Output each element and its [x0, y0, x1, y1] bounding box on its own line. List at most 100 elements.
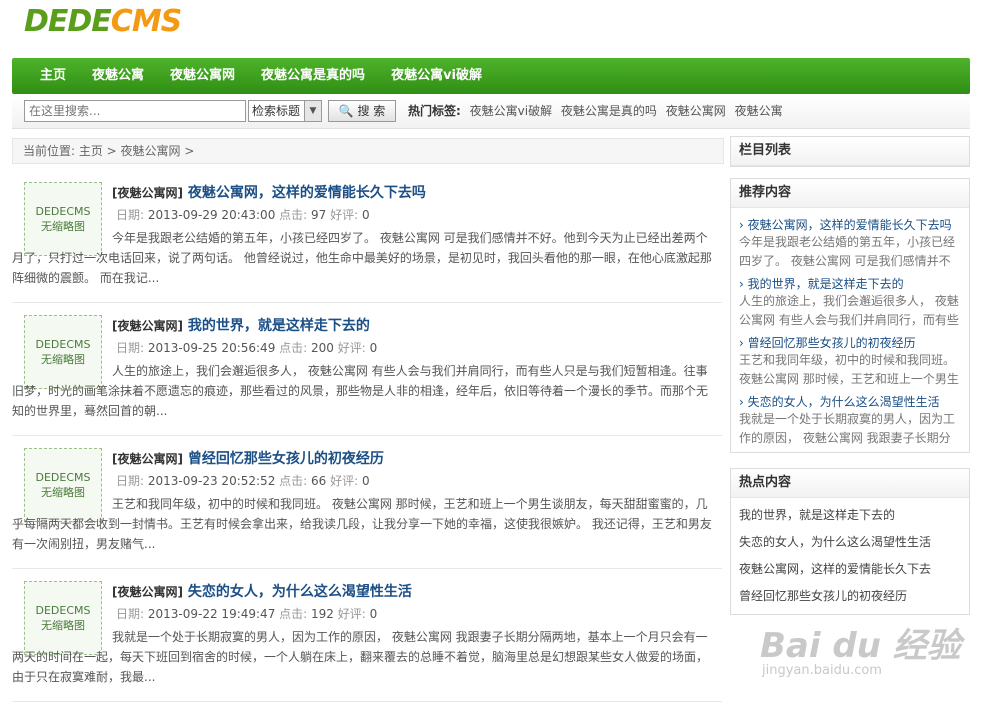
date-label: 日期:: [116, 341, 145, 355]
nav-item-yemei-web[interactable]: 夜魅公寓网: [164, 58, 241, 94]
hot-list: 我的世界，就是这样走下去的 失恋的女人，为什么这么渴望性生活 夜魅公寓网，这样的…: [731, 498, 969, 614]
article-title[interactable]: 曾经回忆那些女孩儿的初夜经历: [188, 451, 384, 467]
column-list-box: 栏目列表: [730, 136, 970, 167]
logo-text-dede: DEDE: [24, 4, 112, 39]
hot-tags: 热门标签: 夜魅公寓vi破解 夜魅公寓是真的吗 夜魅公寓网 夜魅公寓: [408, 102, 783, 119]
nav-item-yemei[interactable]: 夜魅公寓: [86, 58, 150, 94]
article-title[interactable]: 失恋的女人，为什么这么渴望性生活: [188, 584, 412, 600]
recommend-title: 推荐内容: [731, 179, 969, 208]
article-summary: 我就是一个处于长期寂寞的男人，因为工作的原因， 夜魅公寓网 我跟妻子长期分隔两地…: [12, 630, 709, 684]
column-list-title: 栏目列表: [731, 137, 969, 166]
hot-tag[interactable]: 夜魅公寓vi破解: [470, 104, 552, 118]
hot-title: 热点内容: [731, 469, 969, 498]
article-meta: 日期: 2013-09-25 20:56:49 点击: 200 好评: 0: [116, 339, 377, 356]
hot-item[interactable]: 夜魅公寓网，这样的爱情能长久下去: [731, 556, 969, 583]
article-title-row: [夜魅公寓网] 我的世界，就是这样走下去的: [112, 315, 370, 335]
comments-label: 好评:: [330, 208, 359, 222]
article-category[interactable]: [夜魅公寓网]: [112, 452, 183, 466]
search-type-value: 检索标题: [252, 104, 301, 118]
article-clicks: 97: [311, 208, 327, 222]
thumb-line1: DEDECMS: [35, 338, 91, 351]
hot-box: 热点内容 我的世界，就是这样走下去的 失恋的女人，为什么这么渴望性生活 夜魅公寓…: [730, 468, 970, 615]
article-meta: 日期: 2013-09-29 20:43:00 点击: 97 好评: 0: [116, 206, 370, 223]
recommend-item-desc: 今年是我跟老公结婚的第五年，小孩已经四岁了。 夜魅公寓网 可是我们感情并不: [739, 235, 956, 268]
nav-item-home[interactable]: 主页: [34, 58, 72, 94]
article-category[interactable]: [夜魅公寓网]: [112, 585, 183, 599]
chevron-down-icon: ▼: [304, 101, 321, 121]
recommend-item-title[interactable]: › 曾经回忆那些女孩儿的初夜经历: [739, 334, 961, 351]
recommend-item-title[interactable]: › 失恋的女人，为什么这么渴望性生活: [739, 393, 961, 410]
search-button[interactable]: 🔍 搜 索: [328, 100, 396, 122]
article-item: DEDECMS 无缩略图 [夜魅公寓网] 我的世界，就是这样走下去的 日期: 2…: [12, 303, 722, 436]
hot-tags-label: 热门标签:: [408, 104, 461, 118]
article-summary: 王艺和我同年级，初中的时候和我同班。 夜魅公寓网 那时候，王艺和班上一个男生谈朋…: [12, 497, 712, 551]
comments-label: 好评:: [330, 474, 359, 488]
article-meta: 日期: 2013-09-22 19:49:47 点击: 192 好评: 0: [116, 605, 377, 622]
clicks-label: 点击:: [279, 607, 308, 621]
article-comments: 0: [362, 474, 370, 488]
article-clicks: 200: [311, 341, 334, 355]
date-label: 日期:: [116, 474, 145, 488]
clicks-label: 点击:: [279, 474, 308, 488]
recommend-item: › 我的世界，就是这样走下去的 人生的旅途上，我们会邂逅很多人， 夜魅公寓网 有…: [739, 275, 961, 330]
logo-text-cms: CMS: [110, 4, 182, 39]
recommend-item-desc: 王艺和我同年级，初中的时候和我同班。 夜魅公寓网 那时候，王艺和班上一个男生: [739, 353, 959, 386]
article-list: DEDECMS 无缩略图 [夜魅公寓网] 夜魅公寓网，这样的爱情能长久下去吗 日…: [12, 170, 722, 702]
article-clicks: 66: [311, 474, 327, 488]
article-date: 2013-09-22 19:49:47: [147, 607, 276, 621]
hot-item[interactable]: 我的世界，就是这样走下去的: [731, 502, 969, 529]
hot-item[interactable]: 失恋的女人，为什么这么渴望性生活: [731, 529, 969, 556]
article-meta: 日期: 2013-09-23 20:52:52 点击: 66 好评: 0: [116, 472, 370, 489]
article-title-row: [夜魅公寓网] 失恋的女人，为什么这么渴望性生活: [112, 581, 412, 601]
search-bar: 检索标题 ▼ 🔍 搜 索 热门标签: 夜魅公寓vi破解 夜魅公寓是真的吗 夜魅公…: [12, 96, 970, 129]
search-type-select[interactable]: 检索标题 ▼: [248, 100, 322, 122]
date-label: 日期:: [116, 208, 145, 222]
clicks-label: 点击:: [279, 208, 308, 222]
article-item: DEDECMS 无缩略图 [夜魅公寓网] 失恋的女人，为什么这么渴望性生活 日期…: [12, 569, 722, 702]
nav-item-yemei-real[interactable]: 夜魅公寓是真的吗: [255, 58, 371, 94]
article-summary: 人生的旅途上，我们会邂逅很多人， 夜魅公寓网 有些人会与我们并肩同行，而有些人只…: [12, 364, 709, 418]
thumb-line1: DEDECMS: [35, 205, 91, 218]
article-category[interactable]: [夜魅公寓网]: [112, 319, 183, 333]
recommend-item: › 夜魅公寓网，这样的爱情能长久下去吗 今年是我跟老公结婚的第五年，小孩已经四岁…: [739, 216, 961, 271]
comments-label: 好评:: [337, 607, 366, 621]
recommend-item-desc: 我就是一个处于长期寂寞的男人，因为工作的原因， 夜魅公寓网 我跟妻子长期分: [739, 412, 956, 445]
recommend-item-title[interactable]: › 我的世界，就是这样走下去的: [739, 275, 961, 292]
search-icon: 🔍: [338, 104, 354, 118]
recommend-item-title[interactable]: › 夜魅公寓网，这样的爱情能长久下去吗: [739, 216, 961, 233]
recommend-box: 推荐内容 › 夜魅公寓网，这样的爱情能长久下去吗 今年是我跟老公结婚的第五年，小…: [730, 178, 970, 453]
comments-label: 好评:: [337, 341, 366, 355]
date-label: 日期:: [116, 607, 145, 621]
article-date: 2013-09-23 20:52:52: [147, 474, 276, 488]
article-category[interactable]: [夜魅公寓网]: [112, 186, 183, 200]
baidu-watermark: Bai du 经验 jingyan.baidu.com: [760, 618, 961, 678]
nav-item-yemei-crack[interactable]: 夜魅公寓vi破解: [385, 58, 488, 94]
breadcrumb: 当前位置: 主页 > 夜魅公寓网 >: [12, 138, 724, 164]
article-comments: 0: [369, 607, 378, 621]
recommend-list: › 夜魅公寓网，这样的爱情能长久下去吗 今年是我跟老公结婚的第五年，小孩已经四岁…: [731, 208, 969, 452]
clicks-label: 点击:: [279, 341, 308, 355]
thumb-line1: DEDECMS: [35, 604, 91, 617]
hot-tag[interactable]: 夜魅公寓网: [666, 104, 726, 118]
recommend-item: › 失恋的女人，为什么这么渴望性生活 我就是一个处于长期寂寞的男人，因为工作的原…: [739, 393, 961, 448]
breadcrumb-text: 当前位置: 主页 > 夜魅公寓网 >: [23, 144, 195, 158]
article-title[interactable]: 我的世界，就是这样走下去的: [188, 318, 370, 334]
article-item: DEDECMS 无缩略图 [夜魅公寓网] 曾经回忆那些女孩儿的初夜经历 日期: …: [12, 436, 722, 569]
main-nav: 主页 夜魅公寓 夜魅公寓网 夜魅公寓是真的吗 夜魅公寓vi破解: [12, 58, 970, 94]
recommend-item-desc: 人生的旅途上，我们会邂逅很多人， 夜魅公寓网 有些人会与我们并肩同行，而有些: [739, 294, 959, 327]
article-item: DEDECMS 无缩略图 [夜魅公寓网] 夜魅公寓网，这样的爱情能长久下去吗 日…: [12, 170, 722, 303]
article-title-row: [夜魅公寓网] 曾经回忆那些女孩儿的初夜经历: [112, 448, 384, 468]
search-input[interactable]: [24, 100, 246, 122]
article-date: 2013-09-29 20:43:00: [147, 208, 276, 222]
site-logo[interactable]: DEDECMS: [24, 2, 182, 42]
article-comments: 0: [362, 208, 370, 222]
hot-item[interactable]: 曾经回忆那些女孩儿的初夜经历: [731, 583, 969, 610]
article-date: 2013-09-25 20:56:49: [147, 341, 276, 355]
article-title[interactable]: 夜魅公寓网，这样的爱情能长久下去吗: [188, 185, 426, 201]
article-summary: 今年是我跟老公结婚的第五年，小孩已经四岁了。 夜魅公寓网 可是我们感情并不好。他…: [12, 231, 712, 285]
search-button-label: 搜 索: [357, 104, 386, 118]
article-comments: 0: [369, 341, 378, 355]
hot-tag[interactable]: 夜魅公寓是真的吗: [561, 104, 657, 118]
hot-tag[interactable]: 夜魅公寓: [735, 104, 783, 118]
article-clicks: 192: [311, 607, 334, 621]
